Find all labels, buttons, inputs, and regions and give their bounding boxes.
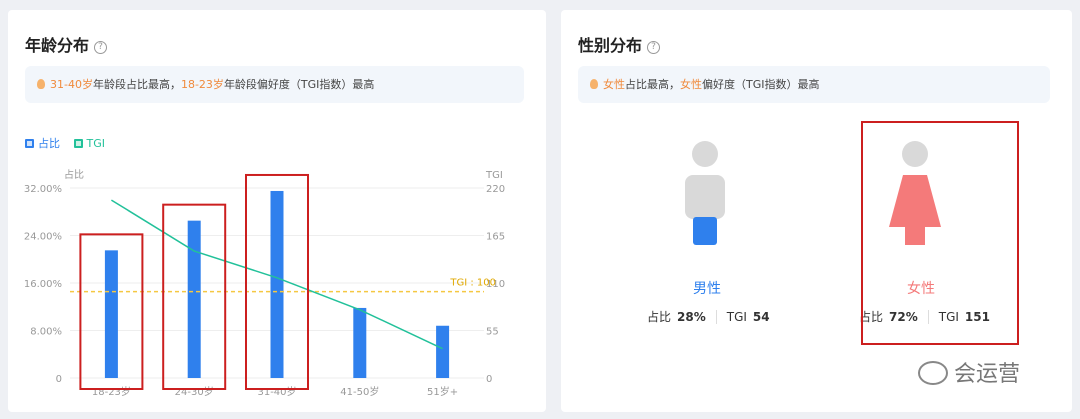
insight-text: 年龄段偏好度（TGI指数）最高 <box>223 78 375 91</box>
y2-tick-label: 0 <box>486 374 492 385</box>
y2-tick-label: 165 <box>486 232 505 243</box>
y-tick-label: 32.00% <box>24 184 62 195</box>
insight-highlight: 31-40岁 <box>50 78 93 91</box>
male-share-value: 28% <box>677 310 706 324</box>
reference-line-label: TGI : 100 <box>449 278 496 289</box>
male-figure-icon <box>685 141 725 245</box>
age-distribution-card: 年龄分布? 31-40岁年龄段占比最高，18-23岁年龄段偏好度（TGI指数）最… <box>8 10 546 412</box>
y-axis-title: 占比 <box>64 168 84 181</box>
male-tgi-value: 54 <box>752 310 770 324</box>
chart-legend: 占比 TGI <box>25 135 115 151</box>
female-highlight-box <box>861 121 1019 345</box>
y-tick-label: 16.00% <box>24 279 62 290</box>
age-insight-banner: 31-40岁年龄段占比最高，18-23岁年龄段偏好度（TGI指数）最高 <box>25 66 524 103</box>
gender-distribution-card: 性别分布? 女性占比最高，女性偏好度（TGI指数）最高 男性 占比 28% TGI 5… <box>561 10 1072 412</box>
age-title-text: 年龄分布 <box>25 36 90 55</box>
insight-text: 占比最高， <box>625 78 680 91</box>
gender-card-title: 性别分布? <box>578 32 661 56</box>
male-stats: 占比 28% TGI 54 <box>647 308 770 325</box>
help-icon[interactable]: ? <box>647 41 661 54</box>
x-tick-label: 41-50岁 <box>340 385 379 398</box>
y2-axis-title: TGI <box>485 170 503 181</box>
x-tick-label: 24-30岁 <box>175 385 214 398</box>
male-share-label: 占比 <box>647 310 672 324</box>
legend-swatch-icon <box>25 139 34 148</box>
watermark: 会运营 <box>918 356 1020 388</box>
legend-swatch-icon <box>73 139 83 148</box>
watermark-text: 会运营 <box>954 362 1021 387</box>
y-tick-label: 24.00% <box>24 232 62 243</box>
legend-label: 占比 <box>38 137 60 150</box>
male-tgi-label: TGI <box>726 310 747 324</box>
lightbulb-icon <box>590 79 598 89</box>
gender-insight-banner: 女性占比最高，女性偏好度（TGI指数）最高 <box>578 66 1050 103</box>
insight-highlight: 女性 <box>680 78 702 91</box>
male-label: 男性 <box>693 281 721 297</box>
x-tick-label: 51岁+ <box>427 385 458 398</box>
x-tick-label: 31-40岁 <box>257 385 296 398</box>
legend-item-tgi[interactable]: TGI <box>73 137 106 150</box>
help-icon[interactable]: ? <box>94 41 108 54</box>
y2-tick-label: 220 <box>486 184 505 195</box>
bar <box>104 250 118 378</box>
age-chart: 占比 TGI0 08.00% 5516.00% 11024.00% 16532.00% 22… <box>24 168 505 398</box>
age-card-title: 年龄分布? <box>25 32 108 56</box>
gender-title-text: 性别分布 <box>578 36 643 55</box>
y2-tick-label: 55 <box>486 327 499 338</box>
x-tick-label: 18-23岁 <box>92 385 131 398</box>
y-tick-label: 8.00% <box>30 327 62 338</box>
insight-highlight: 女性 <box>603 78 625 91</box>
lightbulb-icon <box>37 79 45 89</box>
insight-highlight: 18-23岁 <box>180 78 224 91</box>
bar <box>187 220 201 378</box>
bar <box>270 190 284 378</box>
legend-item-share[interactable]: 占比 <box>25 135 60 151</box>
stat-divider <box>715 310 717 324</box>
wechat-icon <box>918 361 948 385</box>
insight-text: 年龄段占比最高， <box>92 78 181 91</box>
bar <box>353 307 367 378</box>
bar <box>436 325 450 378</box>
y-tick-label: 0 <box>56 374 62 385</box>
legend-label: TGI <box>86 137 106 150</box>
insight-text: 偏好度（TGI指数）最高 <box>702 78 820 91</box>
